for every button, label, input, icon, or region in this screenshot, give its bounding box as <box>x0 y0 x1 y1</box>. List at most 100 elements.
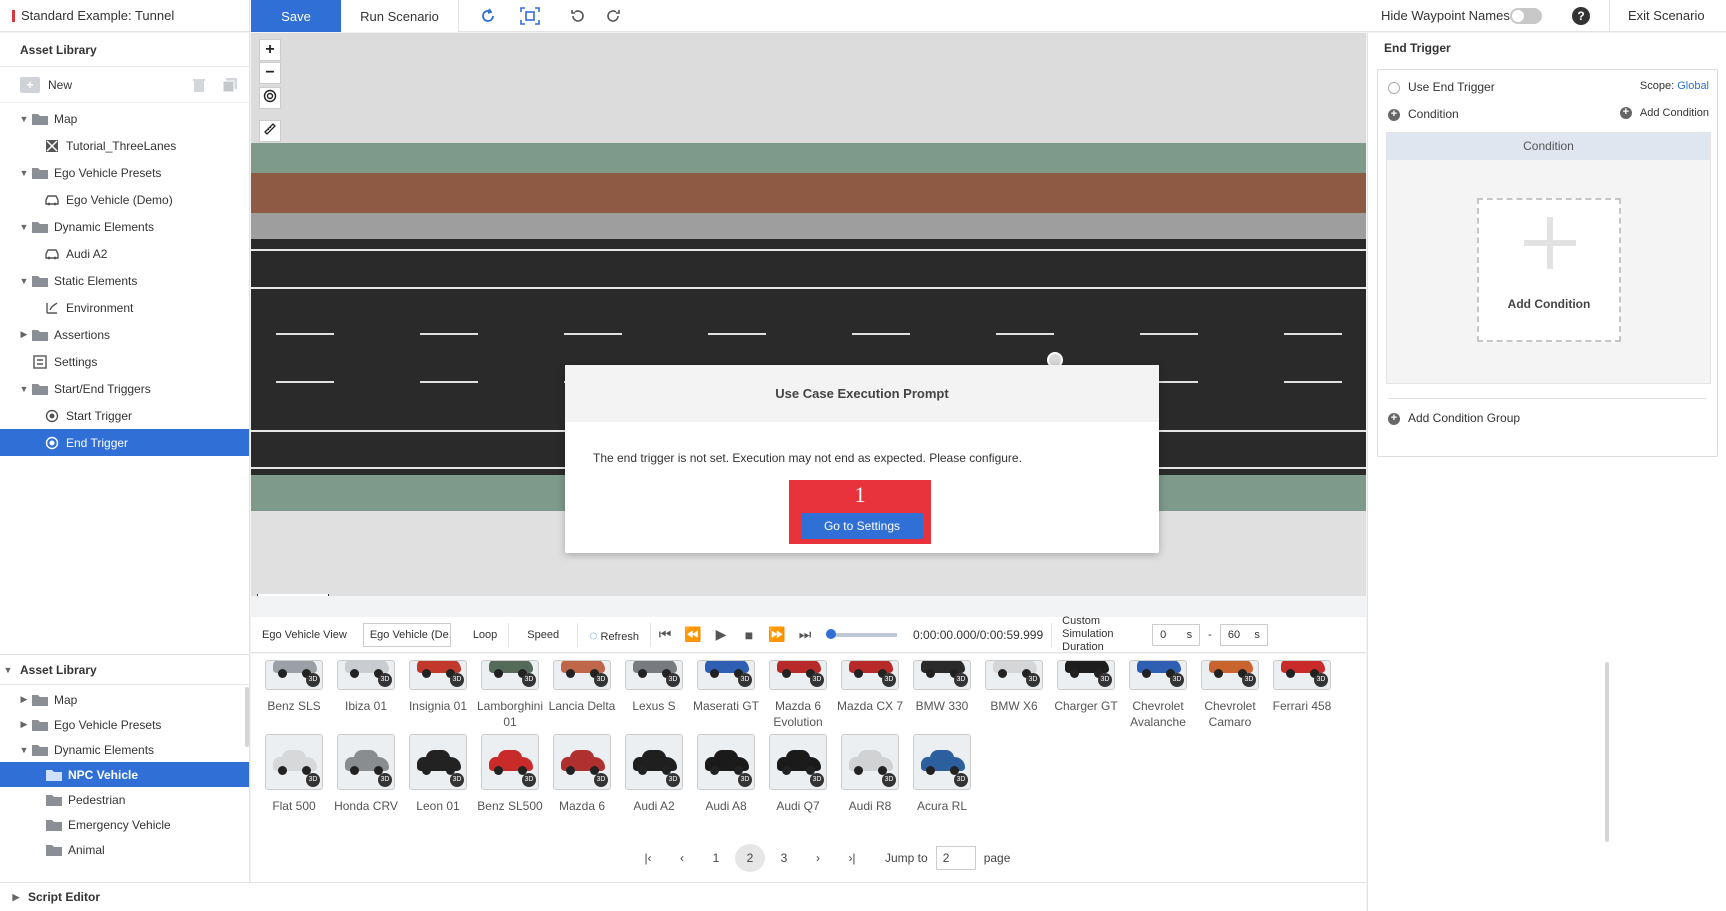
view-select[interactable]: Ego Vehicle (De... <box>362 622 451 647</box>
first-page-button[interactable]: |‹ <box>633 844 663 872</box>
tree-item-assertions[interactable]: ▶ Assertions <box>0 321 249 348</box>
library-item-dynamic-elements[interactable]: ▼ Dynamic Elements <box>0 737 249 762</box>
vehicle-card[interactable]: 3D Benz SLS <box>258 660 330 714</box>
grid-scrollbar[interactable] <box>1605 662 1609 842</box>
expand-caret-icon[interactable]: ▼ <box>16 384 32 394</box>
next-page-button[interactable]: › <box>803 844 833 872</box>
tree-item-ego-vehicle-presets[interactable]: ▼ Ego Vehicle Presets <box>0 159 249 186</box>
tree-item-static-elements[interactable]: ▼ Static Elements <box>0 267 249 294</box>
use-end-trigger-radio[interactable]: Use End Trigger <box>1388 80 1495 94</box>
vehicle-card[interactable]: 3D Audi Q7 <box>762 734 834 814</box>
loop-toggle[interactable]: Loop <box>462 629 508 641</box>
vehicle-card[interactable]: 3D BMW X6 <box>978 660 1050 714</box>
copy-icon[interactable] <box>222 77 238 93</box>
expand-caret-icon[interactable]: ▼ <box>16 114 32 124</box>
tree-item-start-trigger[interactable]: Start Trigger <box>0 402 249 429</box>
library-item-map[interactable]: ▶ Map <box>0 687 249 712</box>
scope-value[interactable]: Global <box>1677 80 1709 92</box>
redo-arrow-icon[interactable] <box>475 4 501 28</box>
library-item-pedestrian[interactable]: Pedestrian <box>0 787 249 812</box>
vehicle-card[interactable]: 3D Audi R8 <box>834 734 906 814</box>
new-button[interactable]: New <box>48 78 72 92</box>
library-item-emergency-vehicle[interactable]: Emergency Vehicle <box>0 812 249 837</box>
vehicle-card[interactable]: 3D Chevrolet Avalanche <box>1122 660 1194 730</box>
help-icon[interactable]: ? <box>1572 7 1590 25</box>
locate-button[interactable] <box>259 87 281 109</box>
vehicle-card[interactable]: 3D Maserati GT <box>690 660 762 714</box>
run-scenario-button[interactable]: Run Scenario <box>341 0 459 32</box>
hide-waypoint-names-toggle[interactable] <box>1510 8 1542 24</box>
tree-item-settings[interactable]: Settings <box>0 348 249 375</box>
expand-caret-icon[interactable]: ▼ <box>16 222 32 232</box>
tree-item-dynamic-elements[interactable]: ▼ Dynamic Elements <box>0 213 249 240</box>
add-condition-box[interactable]: Add Condition <box>1477 198 1621 342</box>
skip-to-start-icon[interactable]: ⏮ <box>651 626 679 643</box>
vehicle-card[interactable]: 3D Lexus S <box>618 660 690 714</box>
tree-item-start-end-triggers[interactable]: ▼ Start/End Triggers <box>0 375 249 402</box>
vehicle-card[interactable]: 3D Lancia Delta <box>546 660 618 714</box>
prev-page-button[interactable]: ‹ <box>667 844 697 872</box>
vehicle-card[interactable]: 3D Ferrari 458 <box>1266 660 1338 714</box>
go-to-settings-button[interactable]: Go to Settings <box>801 513 923 539</box>
zoom-in-button[interactable]: + <box>259 39 281 61</box>
page-2[interactable]: 2 <box>735 844 765 872</box>
measure-button[interactable] <box>259 120 281 142</box>
expand-caret-icon[interactable]: ▼ <box>16 276 32 286</box>
timeline-slider[interactable] <box>826 628 898 639</box>
tree-item-end-trigger[interactable]: End Trigger <box>0 429 249 456</box>
zoom-out-button[interactable]: − <box>259 62 281 84</box>
vehicle-card[interactable]: 3D Audi A8 <box>690 734 762 814</box>
vehicle-card[interactable]: 3D Benz SL500 <box>474 734 546 814</box>
vehicle-card[interactable]: 3D Honda CRV <box>330 734 402 814</box>
tree-item-map[interactable]: ▼ Map <box>0 105 249 132</box>
tree-item-environment[interactable]: Environment <box>0 294 249 321</box>
library-item-npc-vehicle[interactable]: NPC Vehicle <box>0 762 249 787</box>
speed-select[interactable]: Speed <box>509 629 577 641</box>
add-icon[interactable]: + <box>20 76 40 93</box>
vehicle-card[interactable]: 3D Ibiza 01 <box>330 660 402 714</box>
delete-icon[interactable] <box>192 77 206 93</box>
skip-to-end-icon[interactable]: ⏭ <box>791 626 819 643</box>
vehicle-card[interactable]: 3D Leon 01 <box>402 734 474 814</box>
duration-end-input[interactable]: 60 s <box>1219 623 1268 646</box>
refresh-icon[interactable] <box>600 4 626 28</box>
add-condition-group-button[interactable]: + Add Condition Group <box>1388 398 1706 425</box>
stop-icon[interactable]: ■ <box>735 627 763 643</box>
vehicle-card[interactable]: 3D Insignia 01 <box>402 660 474 714</box>
vehicle-card[interactable]: 3D Charger GT <box>1050 660 1122 714</box>
play-icon[interactable]: ▶ <box>707 626 735 643</box>
expand-caret-icon[interactable]: ▼ <box>16 168 32 178</box>
tree-scrollbar[interactable] <box>245 687 249 747</box>
add-condition-link[interactable]: + Add Condition <box>1619 107 1709 120</box>
vehicle-card[interactable]: 3D Mazda 6 <box>546 734 618 814</box>
step-back-icon[interactable]: ⏪ <box>679 626 707 643</box>
step-forward-icon[interactable]: ⏩ <box>763 626 791 643</box>
script-editor-bar[interactable]: ▶ Script Editor <box>0 882 1366 911</box>
vehicle-card[interactable]: 3D Acura RL <box>906 734 978 814</box>
last-page-button[interactable]: ›| <box>837 844 867 872</box>
page-1[interactable]: 1 <box>701 844 731 872</box>
expand-caret-icon[interactable]: ▶ <box>16 329 32 340</box>
undo-icon[interactable] <box>565 4 591 28</box>
vehicle-card[interactable]: 3D Audi A2 <box>618 734 690 814</box>
jump-to-input[interactable]: 2 <box>935 846 976 870</box>
vehicle-card[interactable]: 3D Mazda 6 Evolution <box>762 660 834 730</box>
library-item-animal[interactable]: Animal <box>0 837 249 862</box>
page-3[interactable]: 3 <box>769 844 799 872</box>
vehicle-card[interactable]: 3D Mazda CX 7 <box>834 660 906 714</box>
expand-caret-icon[interactable]: ▶ <box>16 694 32 705</box>
tree-item-ego-vehicle-demo-[interactable]: Ego Vehicle (Demo) <box>0 186 249 213</box>
tree-item-tutorial-threelanes[interactable]: Tutorial_ThreeLanes <box>0 132 249 159</box>
expand-caret-icon[interactable]: ▼ <box>16 745 32 755</box>
save-button[interactable]: Save <box>251 0 341 32</box>
vehicle-card[interactable]: 3D BMW 330 <box>906 660 978 714</box>
fit-view-icon[interactable] <box>517 4 543 28</box>
duration-start-input[interactable]: 0s <box>1152 623 1201 646</box>
tree-item-audi-a2[interactable]: Audi A2 <box>0 240 249 267</box>
refresh-button[interactable]: ◌ Refresh <box>578 627 650 643</box>
expand-caret-icon[interactable]: ▶ <box>16 719 32 730</box>
vehicle-card[interactable]: 3D Flat 500 <box>258 734 330 814</box>
exit-scenario-button[interactable]: Exit Scenario <box>1609 0 1726 54</box>
library-item-ego-vehicle-presets[interactable]: ▶ Ego Vehicle Presets <box>0 712 249 737</box>
library-title-row[interactable]: ▼ Asset Library <box>0 655 249 685</box>
